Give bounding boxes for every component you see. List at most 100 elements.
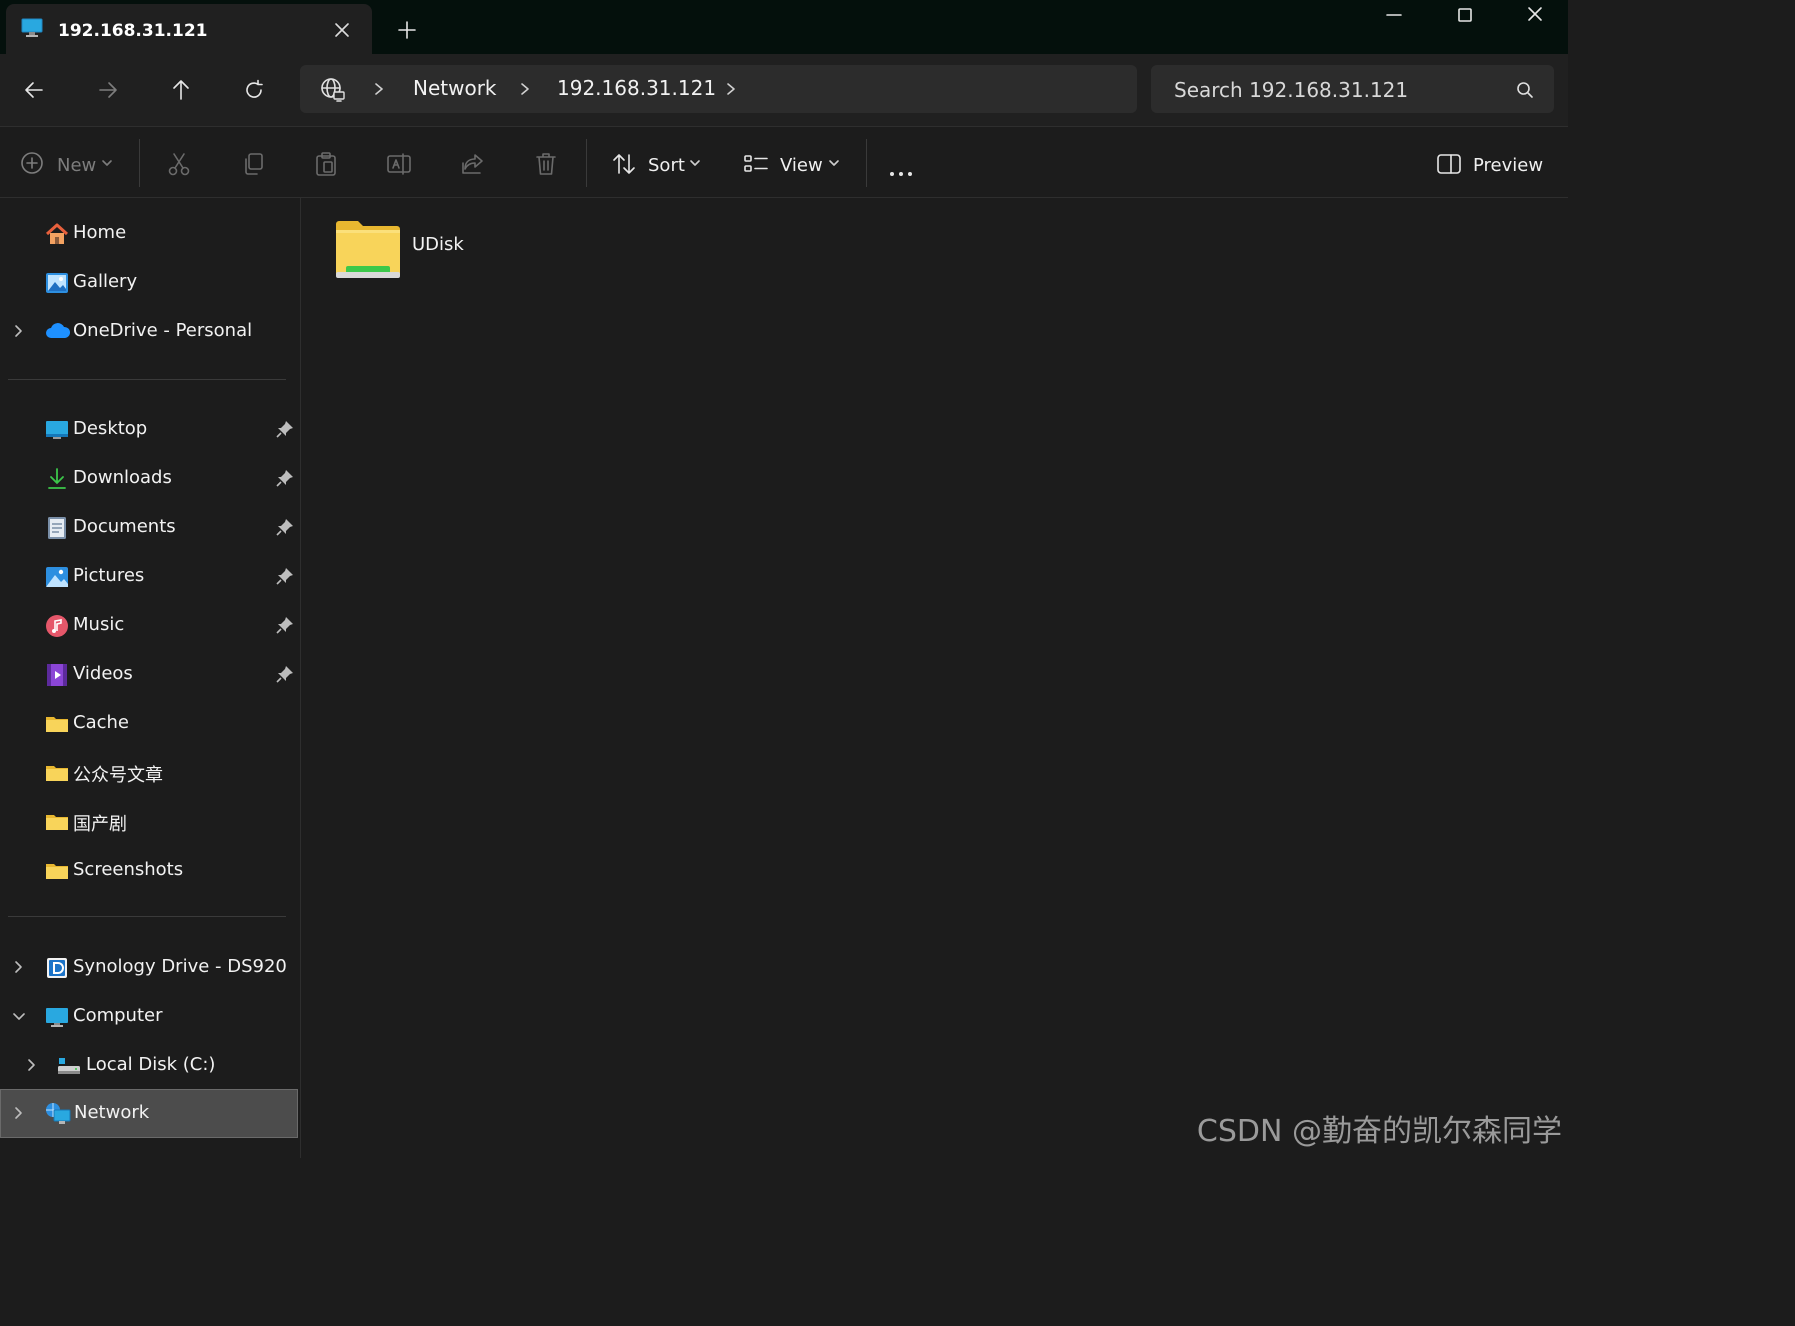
delete-icon[interactable] [533,151,559,177]
search-input[interactable]: Search 192.168.31.121 [1151,65,1554,113]
sidebar-item-label: Home [73,222,127,243]
sidebar-item-label: Pictures [73,565,145,586]
sidebar-item-music[interactable]: Music [0,602,298,650]
sidebar-item-screenshots[interactable]: Screenshots [0,847,298,895]
sidebar-item-cache[interactable]: Cache [0,700,298,748]
new-plus-icon[interactable] [20,151,44,175]
sidebar-item-label: Music [73,614,125,635]
computer-icon [20,17,44,39]
view-icon[interactable] [743,151,769,177]
tab-title: 192.168.31.121 [58,21,208,41]
pin-icon[interactable] [276,420,294,438]
folder-name: UDisk [412,234,464,255]
copy-icon[interactable] [240,151,266,177]
sort-icon[interactable] [611,151,637,177]
preview-pane-icon[interactable] [1436,151,1462,177]
cut-icon[interactable] [166,151,192,177]
sidebar-item-label: Screenshots [73,859,184,880]
sidebar-item-label: Synology Drive - DS920 [73,956,287,977]
close-icon[interactable] [332,20,352,40]
music-icon [45,614,69,638]
sidebar-item-pictures[interactable]: Pictures [0,553,298,601]
chevron-down-icon[interactable] [688,157,702,169]
pin-icon[interactable] [276,567,294,585]
sidebar-item-label: Desktop [73,418,148,439]
title-bar: 192.168.31.121 [0,0,1568,54]
pictures-icon [45,565,69,589]
sidebar-item-network[interactable]: Network [0,1089,298,1138]
address-bar[interactable]: Network 192.168.31.121 [300,65,1137,113]
maximize-icon[interactable] [1454,6,1476,24]
minimize-icon[interactable] [1383,6,1405,24]
sidebar-item-home[interactable]: Home [0,210,298,258]
synology-icon [45,956,69,980]
sidebar-item-articles[interactable]: 公众号文章 [0,749,298,797]
sidebar-item-label: Network [74,1102,150,1123]
chevron-down-icon[interactable] [827,157,841,169]
new-button[interactable]: New [57,155,96,176]
search-icon[interactable] [1515,80,1535,100]
videos-icon [45,663,69,687]
watermark-text: CSDN @勤奋的凯尔森同学 [1196,1114,1562,1149]
chevron-right-icon[interactable] [26,1058,38,1072]
network-globe-icon [320,77,346,103]
back-arrow-icon[interactable] [22,78,46,102]
chevron-right-icon[interactable] [13,1106,25,1120]
separator [866,139,867,187]
chevron-right-icon[interactable] [13,960,25,974]
pin-icon[interactable] [276,665,294,683]
chevron-right-icon[interactable] [372,81,386,97]
sidebar-item-local-disk[interactable]: Local Disk (C:) [0,1042,298,1090]
breadcrumb-host[interactable]: 192.168.31.121 [557,76,716,100]
plus-icon[interactable] [396,19,418,41]
rename-icon[interactable] [386,151,412,177]
folder-icon [45,812,69,832]
refresh-icon[interactable] [242,78,266,102]
sidebar-item-label: Downloads [73,467,172,488]
pin-icon[interactable] [276,469,294,487]
sidebar-item-synology[interactable]: Synology Drive - DS920 [0,944,298,992]
pin-icon[interactable] [276,518,294,536]
navigation-pane: Home Gallery OneDrive - Personal Desktop… [0,198,301,1158]
more-options-icon[interactable] [890,161,917,180]
close-window-icon[interactable] [1524,6,1546,24]
folder-item-udisk[interactable]: UDisk [334,218,484,288]
chevron-right-icon[interactable] [13,324,25,338]
sidebar-item-computer[interactable]: Computer [0,993,298,1041]
share-icon[interactable] [460,151,486,177]
document-icon [45,516,69,540]
sidebar-item-desktop[interactable]: Desktop [0,406,298,454]
sidebar-item-videos[interactable]: Videos [0,651,298,699]
forward-arrow-icon[interactable] [96,78,120,102]
sidebar-divider [8,379,286,380]
drive-icon [57,1054,81,1078]
breadcrumb-network[interactable]: Network [413,76,497,100]
pin-icon[interactable] [276,616,294,634]
sidebar-item-downloads[interactable]: Downloads [0,455,298,503]
active-tab[interactable]: 192.168.31.121 [6,4,372,54]
sort-button[interactable]: Sort [648,155,685,176]
sidebar-item-label: Videos [73,663,133,684]
sidebar-item-onedrive[interactable]: OneDrive - Personal [0,308,298,356]
sidebar-item-label: Gallery [73,271,138,292]
sidebar-item-dramas[interactable]: 国产剧 [0,798,298,846]
sidebar-item-label: Computer [73,1005,163,1026]
chevron-right-icon[interactable] [724,81,738,97]
up-arrow-icon[interactable] [169,78,193,102]
folder-icon [45,763,69,783]
sidebar-item-label: Documents [73,516,176,537]
preview-button[interactable]: Preview [1473,155,1543,176]
paste-icon[interactable] [313,151,339,177]
home-icon [45,222,69,246]
chevron-down-icon[interactable] [12,1011,26,1023]
computer-icon [45,1005,69,1029]
sidebar-item-gallery[interactable]: Gallery [0,259,298,307]
gallery-icon [45,271,69,295]
chevron-down-icon[interactable] [100,157,114,169]
network-folder-icon [334,218,402,282]
folder-icon [45,861,69,881]
view-button[interactable]: View [780,155,823,176]
folder-icon [45,714,69,734]
sidebar-item-documents[interactable]: Documents [0,504,298,552]
chevron-right-icon[interactable] [518,81,532,97]
